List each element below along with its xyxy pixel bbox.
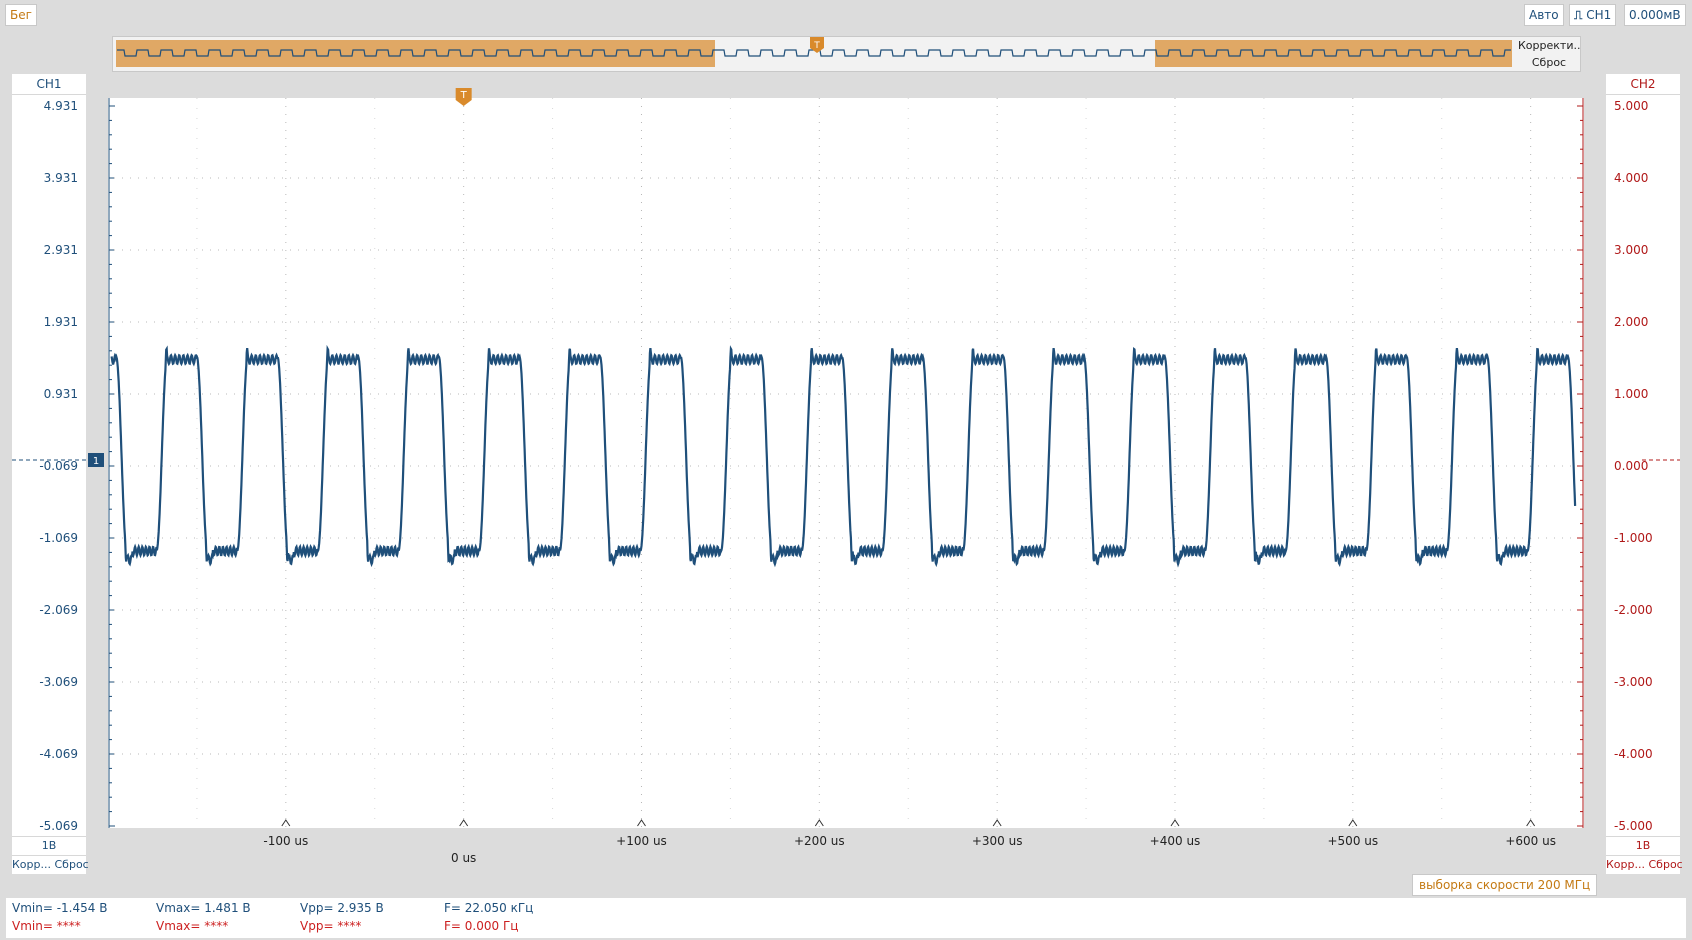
ch2-tick-label: -2.000	[1614, 603, 1653, 617]
ch1-freq: F= 22.050 кГц	[444, 901, 534, 915]
ch2-freq: F= 0.000 Гц	[444, 919, 519, 933]
ch2-panel: CH2 5.000 4.000 3.000 2.000 1.000 0.000 -1.000…	[1606, 74, 1683, 874]
ch2-tick-label: 3.000	[1614, 243, 1649, 257]
ch2-tick-label: 5.000	[1614, 99, 1649, 113]
ch2-tick-label: -3.000	[1614, 675, 1653, 689]
rising-edge-icon: ⎍	[1574, 8, 1583, 22]
x-tick-marker	[1170, 819, 1180, 827]
ch1-tick-label: -2.069	[39, 603, 78, 617]
ch2-tick-label: 1.000	[1614, 387, 1649, 401]
ch2-title[interactable]: CH2	[1606, 74, 1680, 95]
x-tick-marker	[1526, 819, 1536, 827]
ch1-tick-label: -4.069	[39, 747, 78, 761]
ch1-offset-marker[interactable]: 1	[12, 448, 106, 472]
x-tick-label: +300 us	[971, 834, 1023, 848]
ch2-tick-label: 4.000	[1614, 171, 1649, 185]
ch1-correct-reset[interactable]: Корр... Сброс	[12, 856, 89, 874]
trigger-position-marker: T	[455, 88, 472, 106]
trigger-mode-button[interactable]: Авто	[1524, 4, 1564, 26]
x-tick-marker	[637, 819, 646, 827]
ch2-vmax: Vmax= ****	[156, 919, 229, 933]
overview-correct-button[interactable]: Корректи...	[1518, 38, 1580, 54]
ch2-tick-label: 2.000	[1614, 315, 1649, 329]
overview-right-shade	[1155, 40, 1512, 67]
x-tick-marker	[459, 819, 469, 827]
ch1-scale[interactable]: 1В	[12, 836, 86, 856]
x-tick-label: +100 us	[616, 834, 667, 848]
ch2-tick-label: -4.000	[1614, 747, 1653, 761]
ch1-tick-label: -5.069	[39, 819, 78, 833]
measurements-panel: Vmin= -1.454 В Vmax= 1.481 В Vpp= 2.935 …	[6, 898, 1686, 938]
trigger-marker-label: T	[460, 90, 468, 101]
x-tick-label: -100 us	[263, 834, 309, 848]
overview-waveform: T	[116, 37, 1512, 67]
sample-rate-label: выборка скорости 200 МГц	[1412, 874, 1598, 896]
x-tick-marker	[1348, 819, 1358, 827]
x-tick-label: +500 us	[1327, 834, 1379, 848]
x-tick-label: +600 us	[1505, 834, 1556, 848]
ch1-vpp: Vpp= 2.935 В	[300, 901, 384, 915]
ch1-tick-label: 3.931	[43, 171, 78, 185]
x-tick-marker	[992, 819, 1002, 827]
x-tick-label: +200 us	[793, 834, 845, 848]
ch1-vmin: Vmin= -1.454 В	[12, 901, 108, 915]
x-tick-marker	[814, 819, 824, 827]
ch1-waveform	[110, 344, 1577, 568]
ch2-tick-label: -1.000	[1614, 531, 1653, 545]
ch2-vmin: Vmin= ****	[12, 919, 81, 933]
x-tick-label: +400 us	[1149, 834, 1201, 848]
ch1-panel: CH1 4.931 3.931 2.931 1.931 0.931 -0.069 -1.06…	[12, 74, 89, 874]
trigger-source-label: CH1	[1586, 8, 1612, 22]
ch1-tick-label: -1.069	[39, 531, 78, 545]
ch1-offset-label: 1	[93, 456, 99, 467]
overview-reset-button[interactable]: Сброс	[1518, 55, 1580, 71]
ch1-tick-label: 1.931	[43, 315, 78, 329]
trigger-source-button[interactable]: ⎍ CH1	[1569, 4, 1617, 26]
overview-left-shade	[116, 40, 715, 67]
oscilloscope-plot[interactable]: T -100 us 0 us +100 us +200 us +300 us +400 u…	[108, 88, 1584, 865]
ch1-tick-label: 0.931	[43, 387, 78, 401]
ch1-tick-label: -3.069	[39, 675, 78, 689]
ch1-tick-label: 2.931	[43, 243, 78, 257]
run-button[interactable]: Бег	[5, 4, 37, 26]
ch2-tick-label: -5.000	[1614, 819, 1653, 833]
ch1-vmax: Vmax= 1.481 В	[156, 901, 251, 915]
ch1-tick-label: 4.931	[43, 99, 78, 113]
overview-trigger-label: T	[813, 41, 820, 51]
ch2-vpp: Vpp= ****	[300, 919, 362, 933]
ch2-offset-marker	[1642, 459, 1680, 461]
waveform-overview[interactable]: T	[112, 36, 1581, 72]
ch2-scale[interactable]: 1В	[1606, 836, 1680, 856]
x-tick-label: 0 us	[451, 851, 477, 865]
trigger-level-button[interactable]: 0.000мВ	[1624, 4, 1686, 26]
x-tick-marker	[281, 819, 291, 827]
ch2-correct-reset[interactable]: Корр... Сброс	[1606, 856, 1683, 874]
ch1-title[interactable]: CH1	[12, 74, 86, 95]
